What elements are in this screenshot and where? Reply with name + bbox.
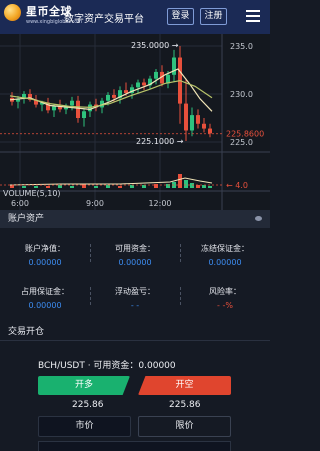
divider bbox=[0, 340, 270, 341]
register-button[interactable]: 注册 bbox=[200, 8, 227, 25]
volume-bar bbox=[196, 185, 200, 188]
volume-bar bbox=[202, 185, 206, 188]
volume-bar bbox=[94, 186, 98, 188]
trade-section-header: 交易开仓 bbox=[0, 320, 270, 340]
floating-cell: 浮动盈亏： - - bbox=[90, 286, 180, 310]
candle-body bbox=[76, 100, 80, 118]
candle-body bbox=[202, 123, 206, 129]
eye-icon[interactable] bbox=[255, 216, 262, 221]
candle-body bbox=[82, 111, 86, 118]
margin-label: 占用保证金： bbox=[21, 287, 69, 296]
volume-bar bbox=[118, 186, 122, 188]
available-value: 0.00000 bbox=[118, 258, 152, 267]
floating-value: - - bbox=[130, 301, 140, 310]
volume-bar bbox=[70, 186, 74, 188]
pair-and-available: BCH/USDT · 可用资金：0.00000 bbox=[38, 361, 176, 371]
x-axis-label: 9:00 bbox=[86, 199, 104, 208]
margin-value: 0.00000 bbox=[28, 301, 62, 310]
volume-bar bbox=[130, 185, 134, 188]
frozen-label: 冻结保证金： bbox=[201, 244, 249, 253]
last-price-label: 225.8600 bbox=[226, 130, 264, 139]
available-label: 可用资金： bbox=[115, 244, 155, 253]
price-chart[interactable]: 235.0 230.0 225.0 235.0000 → 225.1000 → 225.8… bbox=[0, 34, 270, 210]
net-value: 0.00000 bbox=[28, 258, 62, 267]
x-axis-label: 12:00 bbox=[148, 199, 171, 208]
net-value-label: 账户净值： bbox=[25, 244, 65, 253]
y-axis-label: 225.0 bbox=[230, 138, 253, 147]
volume-bar bbox=[190, 183, 194, 188]
hamburger-menu-icon[interactable] bbox=[246, 10, 260, 22]
amount-input[interactable] bbox=[38, 441, 231, 451]
candle-body bbox=[154, 71, 158, 79]
margin-cell: 占用保证金： 0.00000 bbox=[0, 286, 90, 310]
open-short-button[interactable]: 开空 bbox=[138, 376, 231, 395]
volume-bar bbox=[208, 186, 212, 188]
long-price: 225.86 bbox=[72, 400, 104, 410]
volume-bar bbox=[106, 185, 110, 188]
candle-body bbox=[52, 106, 56, 111]
volume-value-label: ← 4.0 bbox=[226, 181, 248, 190]
top-header: 星币全球 www.xingbiglobal.com 数字资产交易平台 登录 注册 bbox=[0, 0, 270, 34]
risk-value: - -% bbox=[217, 301, 233, 310]
volume-bar bbox=[184, 180, 188, 188]
candle-body bbox=[184, 103, 188, 131]
open-long-button[interactable]: 开多 bbox=[38, 376, 130, 395]
volume-bar bbox=[178, 174, 182, 188]
candle-body bbox=[196, 115, 200, 124]
candlestick-chart: 235.0 230.0 225.0 235.0000 → 225.1000 → 225.8… bbox=[0, 34, 270, 210]
candle-body bbox=[208, 128, 212, 134]
candle-body bbox=[142, 82, 146, 86]
brand-slogan: 数字资产交易平台 bbox=[64, 14, 144, 25]
logo-icon bbox=[4, 4, 21, 21]
net-value-cell: 账户净值： 0.00000 bbox=[0, 243, 90, 267]
volume-bar bbox=[34, 186, 38, 188]
candle-body bbox=[190, 115, 194, 131]
candle-body bbox=[136, 82, 140, 88]
candle-body bbox=[172, 57, 176, 75]
trade-title: 交易开仓 bbox=[8, 327, 45, 337]
market-order-tab[interactable]: 市价 bbox=[38, 416, 131, 437]
limit-order-tab[interactable]: 限价 bbox=[138, 416, 231, 437]
volume-bar bbox=[22, 186, 26, 188]
account-section-header: 账户资产 bbox=[0, 210, 270, 228]
available-cell: 可用资金： 0.00000 bbox=[90, 243, 180, 267]
y-axis-label: 230.0 bbox=[230, 90, 253, 99]
short-price: 225.86 bbox=[169, 400, 201, 410]
candle-body bbox=[70, 100, 74, 106]
risk-cell: 风险率： - -% bbox=[180, 286, 270, 310]
floating-label: 浮动盈亏： bbox=[115, 287, 155, 296]
candle-body bbox=[106, 94, 110, 101]
candle-body bbox=[112, 94, 116, 98]
volume-bar bbox=[142, 185, 146, 188]
account-title: 账户资产 bbox=[8, 214, 45, 224]
y-axis-label: 235.0 bbox=[230, 42, 253, 51]
volume-bar bbox=[46, 186, 50, 188]
x-axis-label: 6:00 bbox=[11, 199, 29, 208]
volume-title: VOLUME(5,10) bbox=[3, 189, 61, 198]
low-price-label: 225.1000 → bbox=[136, 137, 184, 146]
frozen-cell: 冻结保证金： 0.00000 bbox=[180, 243, 270, 267]
frozen-value: 0.00000 bbox=[208, 258, 242, 267]
volume-bar bbox=[58, 185, 62, 188]
login-button[interactable]: 登录 bbox=[167, 8, 194, 25]
candle-body bbox=[124, 90, 128, 94]
high-price-label: 235.0000 → bbox=[131, 41, 179, 50]
risk-label: 风险率： bbox=[209, 287, 241, 296]
